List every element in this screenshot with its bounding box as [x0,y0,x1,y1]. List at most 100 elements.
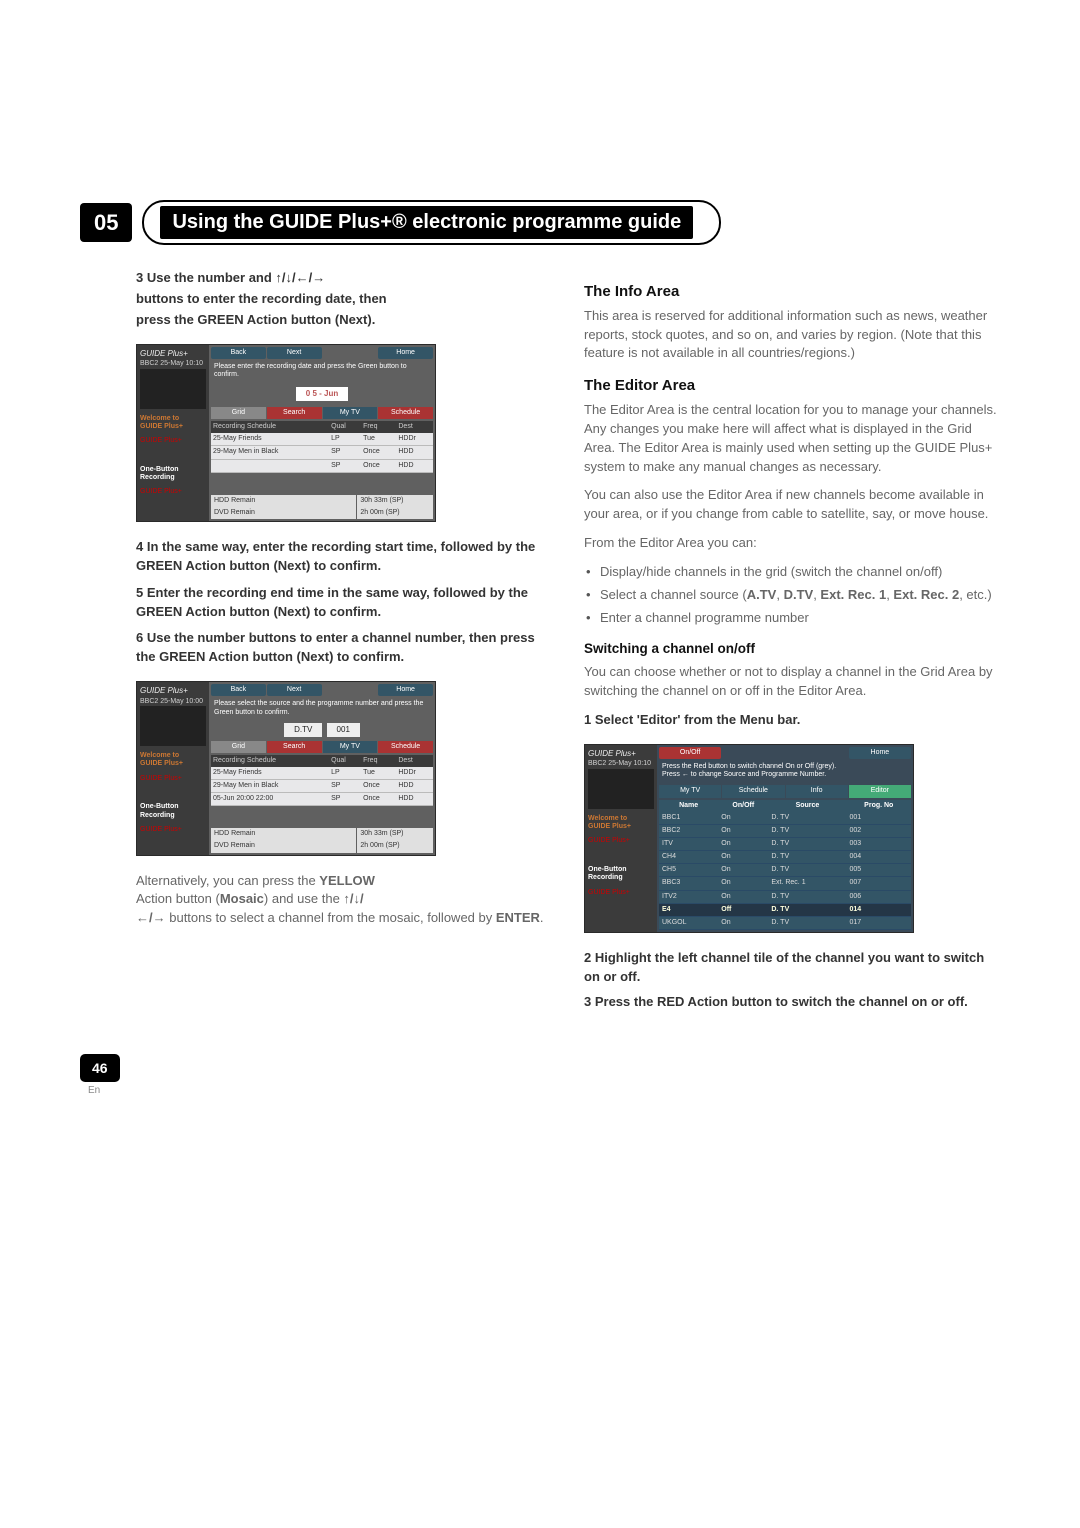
arrow-icons: ↑/↓/←/→ [275,270,325,285]
table-row: SPOnceHDD [211,459,433,472]
sidebar-obr: One-ButtonRecording [140,466,206,483]
tab-editor: Editor [849,785,911,797]
guideplus-logo-icon: GUIDE Plus+ [588,749,654,759]
editor-area-p1: The Editor Area is the central location … [584,401,1000,476]
screenshot-channel-select: GUIDE Plus+ BBC2 25-May 10:00 Welcome to… [136,681,552,856]
tab-search: Search [267,741,322,753]
guideplus-mini-logo-2: GUIDE Plus+ [140,488,206,496]
guideplus-mini-logo: GUIDE Plus+ [140,437,206,445]
page-language: En [88,1084,1000,1099]
step-5: 5 Enter the recording end time in the sa… [136,584,552,622]
step-4: 4 In the same way, enter the recording s… [136,538,552,576]
recording-schedule-table: Recording ScheduleQualFreqDest 25-May Fr… [211,421,433,473]
status-bar: BBC2 25-May 10:10 [588,760,654,768]
remain-row: HDD Remain30h 33m (SP) [211,495,433,507]
home-pill: Home [849,747,911,759]
arrow-icons: ↑/↓/ [343,891,363,906]
table-row: BBC3OnExt. Rec. 1007 [659,877,911,890]
step-3-line3: press the GREEN Action button (Next). [136,311,552,330]
left-column: 3 Use the number and ↑/↓/←/→ buttons to … [80,269,552,1014]
table-row: 05-Jun 20:00 22:00SPOnceHDD [211,793,433,806]
next-pill: Next [267,684,322,696]
home-pill: Home [378,684,433,696]
switching-body: You can choose whether or not to display… [584,663,1000,701]
info-area-body: This area is reserved for additional inf… [584,307,1000,364]
guideplus-mini-logo-2: GUIDE Plus+ [588,889,654,897]
editor-channel-table: NameOn/OffSourceProg. No BBC1OnD. TV001 … [659,800,911,930]
step-6: 6 Use the number buttons to enter a chan… [136,629,552,667]
chapter-number: 05 [80,203,132,243]
table-row: ITVOnD. TV003 [659,838,911,851]
sidebar-welcome: Welcome toGUIDE Plus+ [140,415,206,432]
chapter-title-pill: Using the GUIDE Plus+® electronic progra… [142,200,721,245]
step-3: 3 Use the number and ↑/↓/←/→ [136,269,552,288]
recording-schedule-table: Recording ScheduleQualFreqDest 25-May Fr… [211,755,433,807]
editor-step-1: 1 Select 'Editor' from the Menu bar. [584,711,1000,730]
arrow-icons: ←/→ [136,910,166,925]
screenshot-recording-date: GUIDE Plus+ BBC2 25-May 10:10 Welcome to… [136,344,552,523]
guideplus-mini-logo: GUIDE Plus+ [588,837,654,845]
status-bar: BBC2 25-May 10:10 [140,360,206,368]
sidebar-obr: One-ButtonRecording [588,866,654,883]
editor-area-p3: From the Editor Area you can: [584,534,1000,553]
tab-schedule: Schedule [378,741,433,753]
remain-row: DVD Remain2h 00m (SP) [211,507,433,519]
alternative-text: Alternatively, you can press the YELLOW … [136,872,552,929]
back-pill: Back [211,347,266,359]
sidebar-welcome: Welcome toGUIDE Plus+ [588,815,654,832]
info-area-heading: The Info Area [584,281,1000,303]
tab-mytv: My TV [659,785,721,797]
right-column: The Info Area This area is reserved for … [584,269,1000,1014]
tab-grid: Grid [211,407,266,419]
editor-area-p2: You can also use the Editor Area if new … [584,486,1000,524]
tab-grid: Grid [211,741,266,753]
tab-search: Search [267,407,322,419]
source-box: D.TV [284,723,322,737]
table-row: BBC1OnD. TV001 [659,812,911,825]
remain-row: DVD Remain2h 00m (SP) [211,840,433,852]
next-pill: Next [267,347,322,359]
video-preview [588,769,654,809]
sidebar-welcome: Welcome toGUIDE Plus+ [140,752,206,769]
guideplus-mini-logo-2: GUIDE Plus+ [140,826,206,834]
table-row: 25-May FriendsLPTueHDDr [211,767,433,780]
date-input-box: 0 5 - Jun [296,387,348,401]
step-3-line2: buttons to enter the recording date, the… [136,290,552,309]
prog-num-box: 001 [327,723,360,737]
tab-mytv: My TV [323,741,378,753]
editor-step-2: 2 Highlight the left channel tile of the… [584,949,1000,987]
instruction-text: Press the Red button to switch channel O… [659,761,911,784]
table-row: 25-May FriendsLPTueHDDr [211,433,433,446]
tab-schedule: Schedule [378,407,433,419]
table-row: CH4OnD. TV004 [659,851,911,864]
tab-mytv: My TV [323,407,378,419]
screenshot-editor: GUIDE Plus+ BBC2 25-May 10:10 Welcome to… [584,744,1000,933]
home-pill: Home [378,347,433,359]
page-number: 46 [80,1054,120,1082]
switching-heading: Switching a channel on/off [584,639,1000,659]
editor-area-heading: The Editor Area [584,375,1000,397]
list-item: Enter a channel programme number [600,609,1000,628]
instruction-text: Please enter the recording date and pres… [211,361,433,384]
remain-row: HDD Remain30h 33m (SP) [211,828,433,840]
table-row: 29-May Men in BlackSPOnceHDD [211,446,433,459]
tab-info: Info [786,785,848,797]
tab-schedule: Schedule [722,785,784,797]
guideplus-logo-icon: GUIDE Plus+ [140,686,206,696]
instruction-text: Please select the source and the program… [211,698,433,721]
table-row: ITV2OnD. TV006 [659,890,911,903]
guideplus-mini-logo: GUIDE Plus+ [140,775,206,783]
sidebar-obr: One-ButtonRecording [140,803,206,820]
onoff-pill: On/Off [659,747,721,759]
back-pill: Back [211,684,266,696]
editor-step-3: 3 Press the RED Action button to switch … [584,993,1000,1012]
chapter-title: Using the GUIDE Plus+® electronic progra… [160,206,693,239]
list-item: Select a channel source (A.TV, D.TV, Ext… [600,586,1000,605]
table-row: 29-May Men in BlackSPOnceHDD [211,780,433,793]
editor-bullet-list: Display/hide channels in the grid (switc… [584,563,1000,628]
status-bar: BBC2 25-May 10:00 [140,698,206,706]
list-item: Display/hide channels in the grid (switc… [600,563,1000,582]
video-preview [140,706,206,746]
page-footer: 46 En [80,1054,1000,1099]
table-row: CH5OnD. TV005 [659,864,911,877]
